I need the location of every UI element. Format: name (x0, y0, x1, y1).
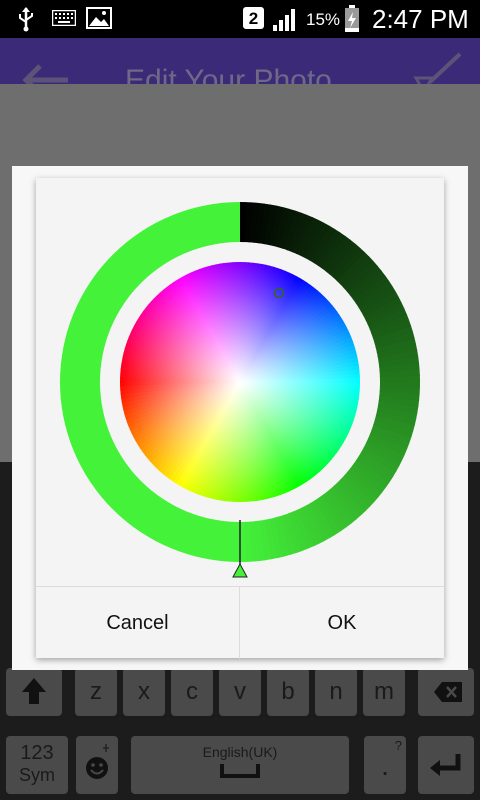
color-picker (36, 178, 444, 586)
battery-icon (345, 5, 359, 32)
signal-icon (273, 9, 295, 31)
backspace-key[interactable] (418, 668, 474, 716)
key-v[interactable]: v (219, 668, 261, 716)
ok-button[interactable]: OK (240, 587, 444, 659)
key-x[interactable]: x (123, 668, 165, 716)
shift-arrow-icon (22, 678, 46, 704)
back-arrow-icon[interactable] (18, 60, 70, 84)
image-icon (86, 7, 112, 29)
color-picker-dialog: Cancel OK (36, 178, 444, 659)
symbols-key[interactable]: 123 Sym (6, 736, 68, 794)
enter-arrow-icon (430, 754, 461, 776)
space-bar-icon (220, 764, 260, 778)
key-b[interactable]: b (267, 668, 309, 716)
value-slider-handle[interactable] (232, 562, 248, 578)
smiley-icon (86, 744, 109, 779)
key-c[interactable]: c (171, 668, 213, 716)
cancel-button[interactable]: Cancel (36, 587, 240, 659)
backspace-icon (434, 682, 462, 702)
saturation-overlay (120, 262, 360, 502)
status-bar: 2 15% 2:47 PM (0, 0, 480, 38)
keyboard-icon (52, 10, 76, 26)
app-bar: Edit Your Photo (0, 38, 480, 84)
usb-icon (19, 7, 33, 32)
key-n[interactable]: n (315, 668, 357, 716)
shift-key[interactable] (6, 668, 62, 716)
key-z[interactable]: z (75, 668, 117, 716)
period-key[interactable]: ? . (364, 736, 406, 794)
battery-percent: 15% (306, 10, 341, 29)
emoji-key[interactable] (76, 736, 118, 794)
sim-badge: 2 (243, 7, 264, 29)
screen: 2 15% 2:47 PM Edit Your Photo z x c v b … (0, 0, 480, 800)
enter-key[interactable] (418, 736, 474, 794)
dialog-button-bar: Cancel OK (36, 586, 444, 659)
brush-save-icon[interactable] (410, 52, 466, 84)
clock: 2:47 PM (372, 4, 469, 34)
page-title: Edit Your Photo (125, 64, 332, 84)
space-key[interactable]: English(UK) (131, 736, 349, 794)
key-m[interactable]: m (363, 668, 405, 716)
color-picker-canvas (60, 202, 420, 578)
